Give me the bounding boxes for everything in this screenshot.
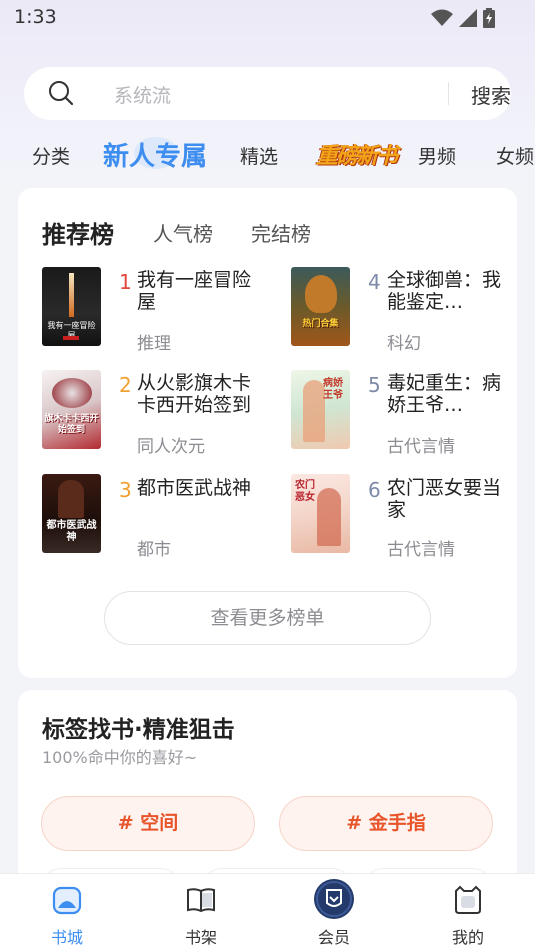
book-cover-6-title: 农门恶女	[295, 480, 315, 503]
book-genre-6: 古代言情	[387, 540, 455, 560]
book-rank-2: 2	[119, 373, 132, 397]
book-cover-5[interactable]: 病娇王爷	[291, 370, 350, 449]
wifi-icon	[431, 9, 453, 26]
search-divider	[448, 82, 449, 105]
status-time: 1:33	[14, 6, 57, 28]
book-title-6[interactable]: 农门恶女要当家	[387, 477, 513, 521]
nav-profile-label: 我的	[451, 928, 484, 947]
search-bar[interactable]: 系统流 搜索	[24, 67, 511, 120]
book-genre-4: 科幻	[387, 334, 421, 354]
book-genre-2: 同人次元	[137, 437, 205, 457]
book-cover-3-title: 都市医武战神	[46, 520, 97, 543]
book-cover-2[interactable]: 旗木卡卡西开始签到	[42, 370, 101, 449]
book-rank-1: 1	[119, 270, 132, 294]
book-title-5[interactable]: 毒妃重生：病娇王爷…	[387, 372, 513, 416]
book-cover-2-title: 旗木卡卡西开始签到	[44, 414, 99, 435]
tag-chip-golden-finger[interactable]: # 金手指	[279, 796, 493, 851]
category-tabs: 分类 新人专属 精选 重磅新书 男频 女频	[0, 132, 535, 178]
book-genre-5: 古代言情	[387, 437, 455, 457]
book-rank-4: 4	[368, 270, 381, 294]
book-cover-4[interactable]: 热门合集	[291, 267, 350, 346]
membership-icon	[314, 879, 354, 919]
tag-finder-subtitle: 100%命中你的喜好~	[42, 748, 198, 767]
signal-icon	[459, 9, 477, 27]
bookstore-icon	[52, 886, 82, 915]
book-cover-1[interactable]: 我有一座冒险屋	[42, 267, 101, 346]
nav-bookstore-label: 书城	[50, 928, 83, 947]
tab-new-books-logo[interactable]: 重磅新书	[316, 138, 398, 170]
book-rank-3: 3	[119, 478, 132, 502]
book-title-4[interactable]: 全球御兽：我能鉴定…	[387, 269, 513, 313]
book-title-1[interactable]: 我有一座冒险屋	[137, 269, 263, 313]
rank-tab-completed[interactable]: 完结榜	[251, 218, 311, 247]
book-rank-5: 5	[368, 373, 381, 397]
nav-bookstore[interactable]: 书城	[17, 874, 117, 951]
tab-featured[interactable]: 精选	[240, 142, 278, 169]
tag-chip-space[interactable]: # 空间	[41, 796, 255, 851]
rank-tab-popular[interactable]: 人气榜	[153, 218, 213, 247]
ranking-card: 推荐榜 人气榜 完结榜 我有一座冒险屋 1 我有一座冒险屋 推理 旗木卡卡西开始…	[18, 188, 517, 678]
book-title-2[interactable]: 从火影旗木卡卡西开始签到	[137, 372, 263, 416]
more-rankings-button[interactable]: 查看更多榜单	[104, 591, 431, 645]
battery-icon	[483, 8, 495, 28]
book-rank-6: 6	[368, 478, 381, 502]
bottom-nav: 书城 书架 会员 我的	[0, 873, 535, 951]
nav-bookshelf[interactable]: 书架	[151, 874, 251, 951]
book-cover-4-title: 热门合集	[302, 319, 339, 329]
nav-membership-label: 会员	[317, 928, 350, 947]
nav-profile[interactable]: 我的	[418, 874, 518, 951]
status-bar: 1:33	[0, 0, 535, 36]
tag-finder-title: 标签找书·精准狙击	[42, 717, 235, 743]
book-genre-3: 都市	[137, 540, 171, 560]
tab-male[interactable]: 男频	[418, 142, 456, 169]
book-genre-1: 推理	[137, 334, 171, 354]
search-input[interactable]: 系统流	[114, 81, 171, 108]
book-cover-5-title: 病娇王爷	[323, 378, 343, 401]
book-title-3[interactable]: 都市医武战神	[137, 477, 263, 499]
tab-new-user[interactable]: 新人专属	[103, 136, 207, 173]
nav-bookshelf-label: 书架	[184, 928, 217, 947]
tab-female[interactable]: 女频	[496, 142, 534, 169]
tab-category[interactable]: 分类	[32, 142, 70, 169]
search-icon	[49, 81, 74, 106]
status-icons	[431, 8, 495, 28]
book-cover-6[interactable]: 农门恶女	[291, 474, 350, 553]
book-cover-3[interactable]: 都市医武战神	[42, 474, 101, 553]
rank-tab-recommend[interactable]: 推荐榜	[42, 215, 114, 250]
search-button[interactable]: 搜索	[471, 80, 511, 109]
nav-membership[interactable]: 会员	[284, 874, 384, 951]
tag-finder-card: 标签找书·精准狙击 100%命中你的喜好~ # 空间 # 金手指	[18, 690, 517, 908]
profile-icon	[455, 885, 481, 914]
bookshelf-icon	[187, 888, 215, 913]
